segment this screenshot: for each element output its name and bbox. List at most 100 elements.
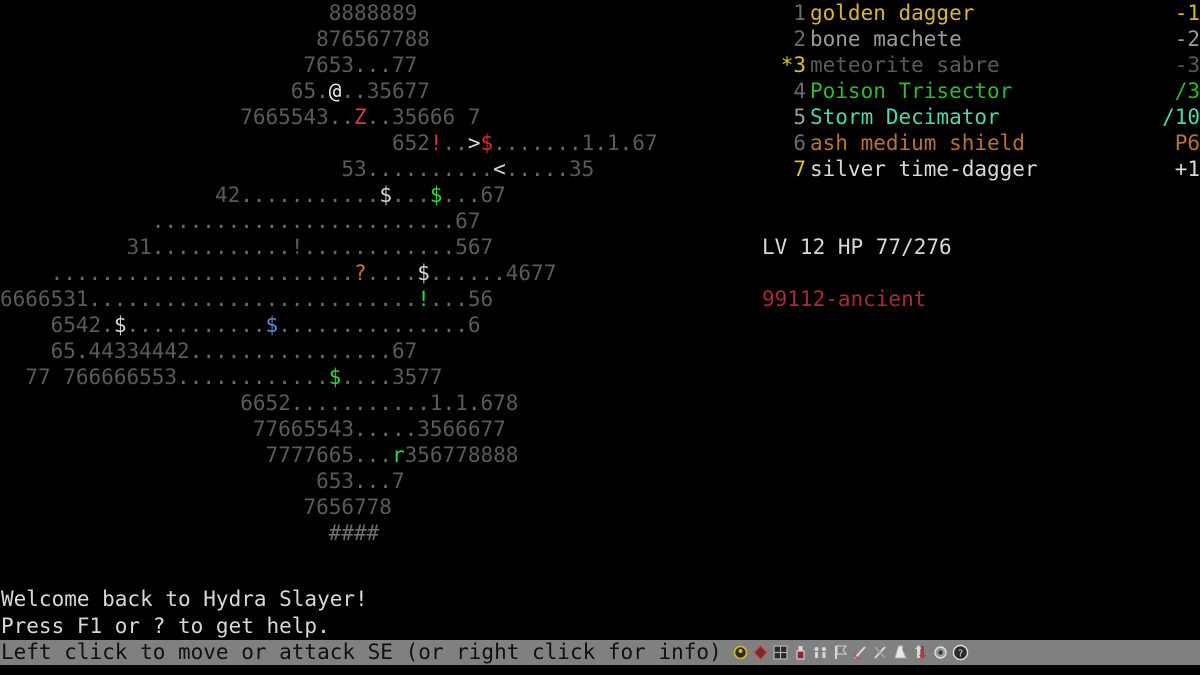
map-row[interactable]: 8888889: [0, 0, 760, 26]
map-glyphs: .: [101, 313, 114, 337]
map-row[interactable]: 7665543..Z..35666 7: [0, 104, 760, 130]
map-glyphs: ....: [341, 365, 392, 389]
map-glyphs: 67: [632, 131, 658, 155]
map-glyphs: [455, 105, 468, 129]
map-row[interactable]: 65.44334442................67: [0, 338, 760, 364]
map-glyphs: 6542: [50, 313, 102, 337]
bell-icon[interactable]: [732, 644, 749, 661]
map-glyphs: 7653: [303, 53, 355, 77]
map-row[interactable]: ........................67: [0, 208, 760, 234]
map-glyphs: 4677: [505, 261, 557, 285]
flag-icon[interactable]: [832, 644, 849, 661]
dual-sword-icon[interactable]: [872, 644, 889, 661]
message-line: Welcome back to Hydra Slayer!: [1, 587, 368, 611]
map-glyphs: 1: [606, 131, 620, 155]
map-glyphs: 53: [341, 157, 367, 181]
map-row[interactable]: ####: [0, 520, 760, 546]
sword-swing-icon[interactable]: [852, 644, 869, 661]
map-row[interactable]: 876567788: [0, 26, 760, 52]
inventory-list[interactable]: 1 golden dagger -1 2 bone machete -2 *3 meteori…: [762, 0, 1200, 182]
map-row[interactable]: 6652...........1.1.678: [0, 390, 760, 416]
inventory-item-name: Poison Trisector: [810, 79, 1013, 103]
map-glyphs: ........................: [50, 261, 355, 285]
map-row[interactable]: 6666531..........................!...56: [0, 286, 760, 312]
map-glyphs: 356778888: [404, 443, 519, 467]
inventory-item[interactable]: *3 meteorite sabre -3: [762, 52, 1200, 78]
map-glyphs: ..: [328, 105, 355, 129]
map-row[interactable]: 6542.$...........$...............6: [0, 312, 760, 338]
gear-icon[interactable]: [932, 644, 949, 661]
inventory-item-value: -3: [1174, 53, 1200, 77]
inventory-item[interactable]: 6 ash medium shield P6: [762, 130, 1200, 156]
map-glyphs: 876567788: [316, 27, 430, 51]
inventory-item[interactable]: 7 silver time-dagger +1: [762, 156, 1200, 182]
grid-icon[interactable]: [772, 644, 789, 661]
map-row[interactable]: 53..........<.....35: [0, 156, 760, 182]
inventory-item-value: +1: [1174, 157, 1200, 181]
map-indent: [0, 209, 152, 233]
map-row[interactable]: 7653...77: [0, 52, 760, 78]
status-bar-icon-group[interactable]: ?: [732, 644, 969, 661]
message-line: Press F1 or ? to get help.: [1, 614, 330, 638]
map-indent: [0, 469, 316, 493]
footprints-icon[interactable]: [812, 644, 829, 661]
inventory-item-index: 1: [793, 1, 806, 25]
map-indent: [0, 183, 215, 207]
map-glyphs: 3577: [392, 365, 443, 389]
map-glyphs: ####: [328, 521, 380, 545]
map-glyphs: .: [467, 391, 481, 415]
map-glyphs: ...: [429, 287, 468, 311]
map-glyphs: 7665543: [240, 105, 329, 129]
map-glyphs: 7777665: [265, 443, 355, 467]
map-row[interactable]: 7656778: [0, 494, 760, 520]
map-glyphs: 1: [455, 391, 468, 415]
map-glyphs: ....: [366, 261, 418, 285]
map-glyphs: .....: [354, 417, 418, 441]
map-row[interactable]: 42...........$...$...67: [0, 182, 760, 208]
map-row[interactable]: 31...........!............567: [0, 234, 760, 260]
map-row[interactable]: 77665543.....3566677: [0, 416, 760, 442]
map-indent: [0, 313, 51, 337]
map-indent: [0, 391, 240, 415]
map-glyphs: 35: [568, 157, 595, 181]
svg-text:?: ?: [957, 649, 963, 660]
map-glyphs: 77: [391, 53, 418, 77]
inventory-item-index: 6: [793, 131, 806, 155]
inventory-item[interactable]: 2 bone machete -2: [762, 26, 1200, 52]
map-glyphs: ...........: [240, 183, 380, 207]
map-row[interactable]: 7777665...r356778888: [0, 442, 760, 468]
map-row[interactable]: 77 766666553............$....3577: [0, 364, 760, 390]
map-glyphs: 3566677: [417, 417, 506, 441]
inventory-item-value: -2: [1174, 27, 1200, 51]
map-glyphs: $: [328, 365, 342, 389]
map-row[interactable]: 653...7: [0, 468, 760, 494]
status-bar-text: Left click to move or attack SE (or righ…: [1, 640, 722, 664]
map-row[interactable]: 65.@..35677: [0, 78, 760, 104]
flask-icon[interactable]: [892, 644, 909, 661]
game-map[interactable]: 8888889 876567788 7653...77 65.@..35677 …: [0, 0, 760, 590]
potion-icon[interactable]: [792, 644, 809, 661]
inventory-item[interactable]: 4 Poison Trisector/3: [762, 78, 1200, 104]
inventory-item-value: /10: [1162, 105, 1200, 129]
map-glyphs: $: [417, 261, 430, 285]
inventory-item-index: *3: [780, 53, 806, 77]
inventory-item[interactable]: 1 golden dagger -1: [762, 0, 1200, 26]
map-glyphs: 653: [316, 469, 355, 493]
map-glyphs: 678: [480, 391, 519, 415]
map-glyphs: $: [265, 313, 279, 337]
inventory-item-index: 5: [793, 105, 806, 129]
map-indent: [0, 131, 392, 155]
map-glyphs: ...: [442, 183, 481, 207]
map-glyphs: 1: [429, 391, 443, 415]
help-icon[interactable]: ?: [952, 644, 969, 661]
map-row[interactable]: ........................?....$......4677: [0, 260, 760, 286]
map-row[interactable]: 652!..>$.......1.1.67: [0, 130, 760, 156]
arrows-icon[interactable]: [912, 644, 929, 661]
map-glyphs: 567: [455, 235, 494, 259]
inventory-item[interactable]: 5 Storm Decimator/10: [762, 104, 1200, 130]
map-glyphs: ................: [189, 339, 392, 363]
map-glyphs: ...............: [278, 313, 468, 337]
map-indent: [0, 521, 329, 545]
gem-icon[interactable]: [752, 644, 769, 661]
inventory-item-index: 2: [793, 27, 806, 51]
